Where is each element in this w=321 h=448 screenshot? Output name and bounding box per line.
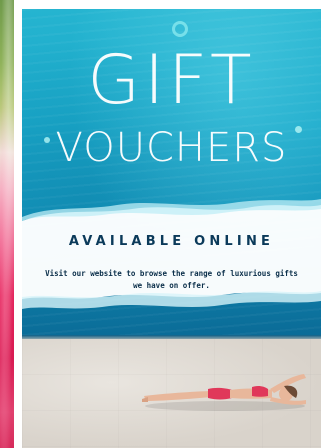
- gift-voucher-poster: GIFT VOUCHERS AVAILABLE ONLINE Visit our…: [22, 9, 321, 448]
- page: GIFT VOUCHERS AVAILABLE ONLINE Visit our…: [0, 0, 321, 448]
- headline-available-online: AVAILABLE ONLINE: [68, 234, 275, 249]
- gap-divider: [14, 0, 22, 448]
- flower-photo-strip: [0, 0, 14, 448]
- body-description: Visit our website to browse the range of…: [45, 269, 298, 290]
- wave-band: [22, 199, 321, 309]
- sunbathing-woman-illustration: [142, 374, 306, 411]
- title-vouchers: VOUCHERS: [55, 125, 288, 171]
- bubble-icon: [172, 21, 188, 37]
- title-gift: GIFT: [87, 41, 256, 120]
